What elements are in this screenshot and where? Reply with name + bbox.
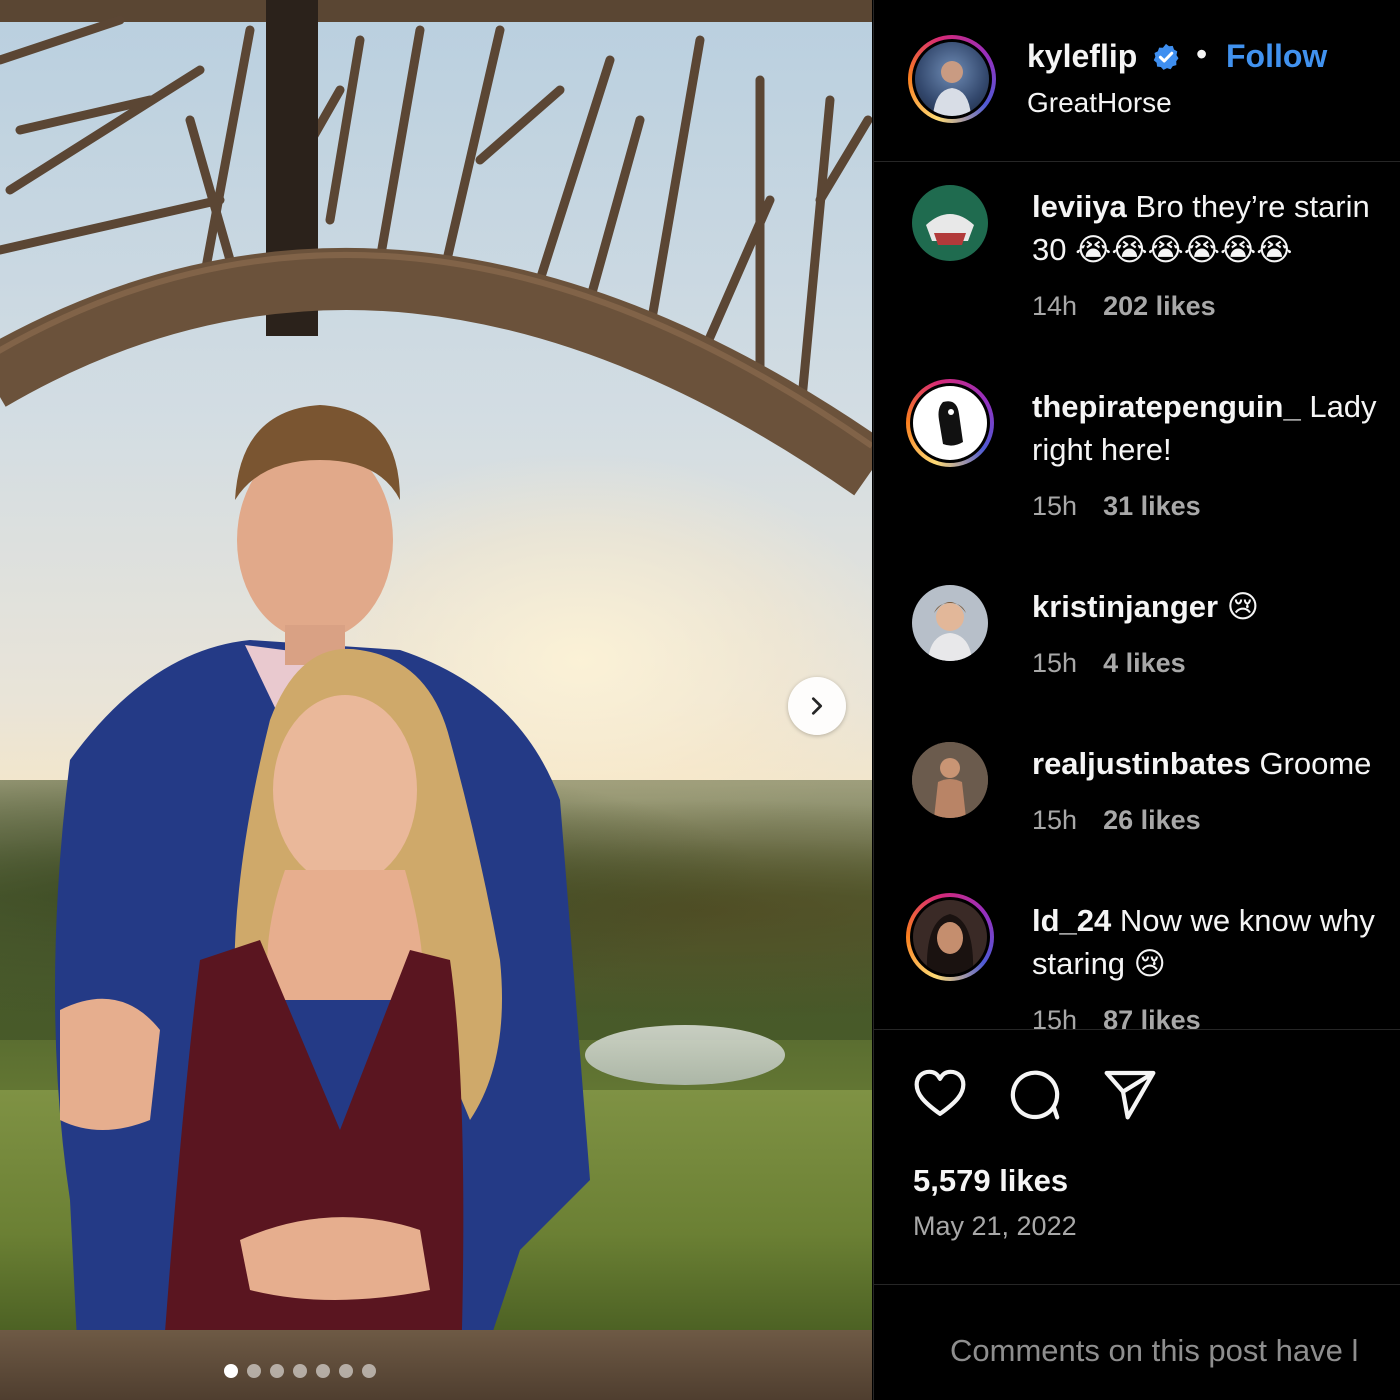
avatar-photo [933,61,971,116]
verified-badge-icon [1153,43,1179,70]
send-icon[interactable] [1102,1066,1158,1122]
comment-meta: 14h 202 likes [1032,291,1216,322]
comment-text: leviiya Bro they’re starin [1032,185,1400,228]
comment-time[interactable]: 15h [1032,805,1077,835]
comment-likes[interactable]: 26 likes [1103,805,1201,835]
owner-location[interactable]: GreatHorse [1027,87,1172,119]
carousel-dot[interactable] [316,1364,330,1378]
comment-likes[interactable]: 4 likes [1103,648,1186,678]
likes-count[interactable]: 5,579 likes [913,1163,1068,1199]
carousel-dot[interactable] [247,1364,261,1378]
comment-username[interactable]: leviiya [1032,189,1127,224]
couple-figures [55,405,590,1400]
post-header: kyleflip • Follow GreatHorse [874,0,1400,162]
carousel-dot[interactable] [339,1364,353,1378]
post-actions: 5,579 likes May 21, 2022 [874,1029,1400,1285]
comment-time[interactable]: 14h [1032,291,1077,321]
comment-text: kristinjanger 😢 [1032,585,1400,628]
comment-time[interactable]: 15h [1032,1005,1077,1029]
comment-text: realjustinbates Groome [1032,742,1400,785]
follow-button[interactable]: Follow [1226,38,1327,75]
comment-body: Groome [1259,746,1372,781]
carousel-dot[interactable] [224,1364,238,1378]
comment-body-line2: 30 😭😭😭😭😭😭 [1032,232,1293,267]
comment-body-line2: right here! [1032,432,1172,467]
owner-username[interactable]: kyleflip [1027,38,1137,75]
comment-time[interactable]: 15h [1032,648,1077,678]
comment-body: Bro they’re starin [1135,189,1370,224]
comment-body: 😢 [1226,589,1260,624]
comments-list[interactable]: leviiya Bro they’re starin 30 😭😭😭😭😭😭 14h… [874,163,1400,1029]
post-photo[interactable] [0,0,872,1400]
comment-body: Now we know why [1119,903,1375,938]
deck-railing [0,1330,872,1400]
comment-time[interactable]: 15h [1032,491,1077,521]
comment-username[interactable]: ld_24 [1032,903,1111,938]
comment-avatar[interactable] [912,585,988,661]
avatar-photo [926,914,974,974]
carousel-dots [224,1364,376,1378]
comment-avatar[interactable] [906,893,994,981]
carousel-dot[interactable] [362,1364,376,1378]
avatar-photo [926,214,974,245]
comment-meta: 15h 26 likes [1032,805,1201,836]
carousel-dot[interactable] [293,1364,307,1378]
chevron-right-icon [811,697,823,715]
comments-limited-notice: Comments on this post have l [950,1333,1359,1368]
carousel-dot[interactable] [270,1364,284,1378]
comment-avatar[interactable] [912,185,988,261]
comment-meta: 15h 31 likes [1032,491,1201,522]
comment-icon[interactable] [1007,1066,1063,1122]
comment-meta: 15h 4 likes [1032,648,1186,679]
comment-body-line2: staring 😢 [1032,946,1166,981]
avatar-photo [912,742,988,818]
penguin-logo-icon [938,401,963,446]
comment-meta: 15h 87 likes [1032,1005,1201,1029]
comment-avatar[interactable] [906,379,994,467]
comment-likes[interactable]: 87 likes [1103,1005,1201,1029]
comment-likes[interactable]: 31 likes [1103,491,1201,521]
post-date[interactable]: May 21, 2022 [913,1211,1077,1242]
heart-icon[interactable] [912,1066,968,1122]
avatar-photo [928,602,972,661]
comment-username[interactable]: realjustinbates [1032,746,1251,781]
comment-text: ld_24 Now we know why [1032,899,1400,942]
comment-text: thepiratepenguin_ Lady [1032,385,1400,428]
comment-body: Lady [1309,389,1377,424]
owner-avatar[interactable] [908,35,996,123]
comment-username[interactable]: kristinjanger [1032,589,1218,624]
comment-avatar[interactable] [912,742,988,818]
comment-likes[interactable]: 202 likes [1103,291,1216,321]
comment-username[interactable]: thepiratepenguin_ [1032,389,1301,424]
post-sidebar: kyleflip • Follow GreatHorse leviiya Bro… [873,0,1400,1400]
carousel-next-button[interactable] [788,677,846,735]
separator-dot: • [1196,36,1208,72]
